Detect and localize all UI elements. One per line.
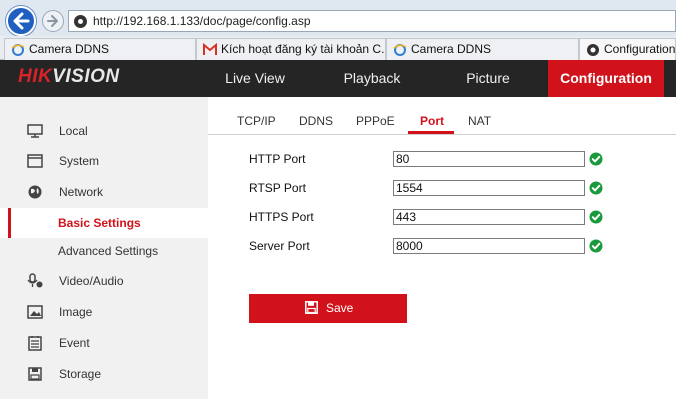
save-button-label: Save bbox=[326, 301, 354, 315]
site-icon bbox=[74, 15, 87, 28]
sidebar-item-label: Local bbox=[59, 124, 88, 138]
save-icon bbox=[305, 301, 318, 314]
browser-address-bar: http://192.168.1.133/doc/page/config.asp bbox=[0, 0, 676, 36]
ie-icon bbox=[393, 44, 407, 56]
sidebar-item-local[interactable]: Local bbox=[0, 116, 208, 146]
sidebar-item-storage[interactable]: Storage bbox=[0, 359, 208, 389]
http-port-input[interactable] bbox=[393, 151, 585, 167]
tab-ddns[interactable]: DDNS bbox=[299, 114, 333, 128]
browser-tab-bar: Camera DDNS Kích hoạt đăng ký tài khoản … bbox=[0, 36, 676, 60]
https-port-label: HTTPS Port bbox=[249, 210, 314, 224]
sidebar-item-label: Event bbox=[59, 336, 90, 350]
back-button[interactable] bbox=[6, 6, 36, 36]
tab-tcpip[interactable]: TCP/IP bbox=[237, 114, 276, 128]
tab-nat[interactable]: NAT bbox=[468, 114, 491, 128]
ie-icon bbox=[11, 44, 25, 56]
sidebar-item-event[interactable]: Event bbox=[0, 328, 208, 358]
tab-label: Kích hoạt đăng ký tài khoản C... bbox=[221, 42, 386, 56]
sidebar-item-label: Network bbox=[59, 185, 104, 199]
tab-port[interactable]: Port bbox=[420, 114, 444, 128]
sidebar: Local System Network Basic Settings Adva… bbox=[0, 97, 208, 399]
sidebar-item-label: Image bbox=[59, 305, 93, 319]
nav-picture[interactable]: Picture bbox=[440, 60, 536, 97]
arrow-right-icon bbox=[47, 15, 58, 27]
save-button[interactable]: Save bbox=[249, 294, 407, 323]
nav-live-view[interactable]: Live View bbox=[208, 60, 302, 97]
storage-icon bbox=[28, 367, 42, 381]
globe-icon bbox=[28, 185, 42, 199]
browser-tab-camera-ddns-2[interactable]: Camera DDNS bbox=[386, 38, 579, 60]
network-subtabs: TCP/IP DDNS PPPoE Port NAT bbox=[208, 97, 676, 135]
sidebar-item-label: Advanced Settings bbox=[58, 244, 159, 258]
arrow-left-icon bbox=[13, 12, 30, 30]
tab-label: Camera DDNS bbox=[411, 42, 492, 56]
server-port-input[interactable] bbox=[393, 238, 585, 254]
browser-tab-gmail[interactable]: Kích hoạt đăng ký tài khoản C... bbox=[196, 38, 386, 60]
browser-tab-camera-ddns[interactable]: Camera DDNS bbox=[4, 38, 196, 60]
tab-label: Configuration bbox=[604, 42, 676, 56]
gmail-icon bbox=[203, 43, 217, 55]
url-text: http://192.168.1.133/doc/page/config.asp bbox=[93, 14, 311, 28]
sidebar-item-system[interactable]: System bbox=[0, 146, 208, 176]
rtsp-port-label: RTSP Port bbox=[249, 181, 306, 195]
active-tab-indicator bbox=[408, 131, 454, 134]
https-port-input[interactable] bbox=[393, 209, 585, 225]
rtsp-port-input[interactable] bbox=[393, 180, 585, 196]
video-audio-icon bbox=[27, 273, 43, 288]
check-circle-icon bbox=[589, 152, 603, 166]
site-icon bbox=[587, 44, 599, 56]
hikvision-logo: HIKVISION bbox=[18, 66, 120, 87]
sidebar-item-label: Basic Settings bbox=[58, 216, 141, 230]
sidebar-item-label: Video/Audio bbox=[59, 274, 124, 288]
tab-label: Camera DDNS bbox=[29, 42, 110, 56]
server-port-label: Server Port bbox=[249, 239, 310, 253]
sidebar-item-network[interactable]: Network bbox=[0, 177, 208, 207]
event-icon bbox=[28, 336, 42, 351]
sidebar-item-basic-settings[interactable]: Basic Settings bbox=[0, 208, 208, 238]
sidebar-item-advanced-settings[interactable]: Advanced Settings bbox=[0, 236, 208, 266]
forward-button[interactable] bbox=[42, 10, 64, 32]
check-circle-icon bbox=[589, 181, 603, 195]
nav-playback[interactable]: Playback bbox=[324, 60, 420, 97]
image-icon bbox=[27, 305, 43, 319]
tab-pppoe[interactable]: PPPoE bbox=[356, 114, 395, 128]
main-content: TCP/IP DDNS PPPoE Port NAT HTTP Port RTS… bbox=[208, 97, 676, 399]
browser-tab-configuration[interactable]: Configuration bbox=[579, 38, 676, 60]
sidebar-item-image[interactable]: Image bbox=[0, 297, 208, 327]
nav-configuration[interactable]: Configuration bbox=[548, 60, 664, 97]
sidebar-item-label: System bbox=[59, 154, 100, 168]
system-icon bbox=[27, 154, 43, 168]
url-field[interactable]: http://192.168.1.133/doc/page/config.asp bbox=[68, 10, 676, 32]
check-circle-icon bbox=[589, 210, 603, 224]
sidebar-item-video-audio[interactable]: Video/Audio bbox=[0, 266, 208, 296]
app-header: HIKVISION Live View Playback Picture Con… bbox=[0, 60, 676, 97]
http-port-label: HTTP Port bbox=[249, 152, 306, 166]
monitor-icon bbox=[27, 124, 43, 138]
check-circle-icon bbox=[589, 239, 603, 253]
sidebar-item-label: Storage bbox=[59, 367, 102, 381]
